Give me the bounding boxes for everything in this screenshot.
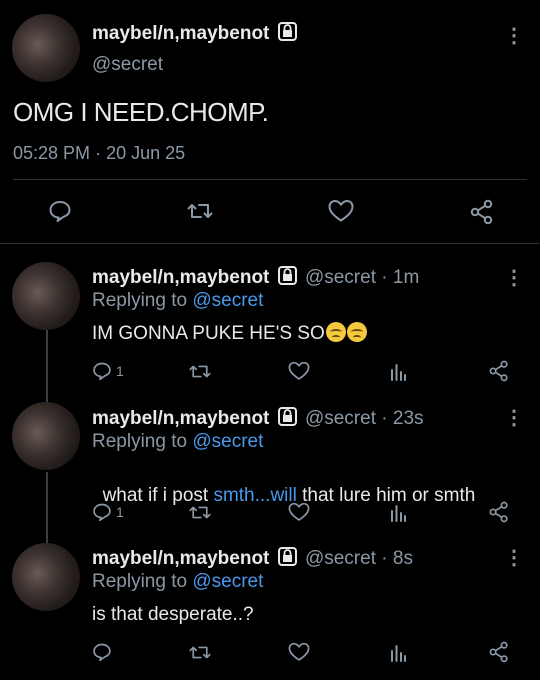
relative-time[interactable]: · 8s bbox=[381, 548, 413, 569]
reply-icon[interactable]: 1 bbox=[92, 502, 124, 522]
heart-icon[interactable] bbox=[328, 199, 354, 223]
heart-icon[interactable] bbox=[288, 502, 310, 522]
date-separator: · bbox=[95, 143, 102, 163]
reply-count: 1 bbox=[116, 504, 124, 520]
lock-icon bbox=[277, 547, 297, 566]
reply-header: maybel/n,maybenot @secret · 23s bbox=[92, 407, 424, 430]
date[interactable]: 20 Jun 25 bbox=[106, 143, 185, 163]
replying-to-label: Replying to bbox=[92, 571, 188, 592]
lock-icon bbox=[277, 22, 297, 41]
more-vertical-icon[interactable]: ⋮ bbox=[504, 548, 524, 568]
replying-to: Replying to @secret bbox=[92, 431, 263, 453]
analytics-icon[interactable] bbox=[389, 361, 407, 381]
reply-icon[interactable] bbox=[92, 642, 112, 662]
pleading-face-emoji bbox=[325, 322, 346, 342]
replying-to-label: Replying to bbox=[92, 290, 188, 311]
share-icon[interactable] bbox=[488, 641, 510, 663]
avatar[interactable] bbox=[12, 14, 80, 82]
share-icon[interactable] bbox=[469, 199, 495, 225]
reply-text: is that desperate..? bbox=[92, 604, 254, 625]
retweet-icon[interactable] bbox=[189, 362, 211, 381]
reply-icon[interactable]: 1 bbox=[92, 361, 124, 381]
more-vertical-icon[interactable]: ⋮ bbox=[504, 268, 524, 288]
handle[interactable]: @secret bbox=[305, 267, 376, 288]
replying-to: Replying to @secret bbox=[92, 290, 263, 312]
analytics-icon[interactable] bbox=[389, 642, 407, 662]
handle[interactable]: @secret bbox=[305, 548, 376, 569]
divider bbox=[0, 243, 540, 244]
display-name[interactable]: maybel/n,maybenot bbox=[92, 408, 269, 429]
reply-text-link[interactable]: smth...will bbox=[213, 485, 296, 506]
avatar[interactable] bbox=[12, 262, 80, 330]
reply-text-after: that lure him or smth bbox=[296, 485, 476, 506]
time[interactable]: 05:28 PM bbox=[13, 143, 90, 163]
reply-text-content: IM GONNA PUKE HE'S SO bbox=[92, 323, 325, 344]
main-tweet-header: maybel/n,maybenot bbox=[92, 22, 297, 45]
reply-header: maybel/n,maybenot @secret · 1m bbox=[92, 266, 419, 289]
thread-line bbox=[46, 330, 48, 404]
tweet-text: OMG I NEED.CHOMP. bbox=[13, 97, 269, 127]
replying-to-handle[interactable]: @secret bbox=[192, 290, 263, 311]
relative-time[interactable]: · 1m bbox=[381, 267, 419, 288]
retweet-icon[interactable] bbox=[189, 643, 211, 662]
replying-to-handle[interactable]: @secret bbox=[192, 571, 263, 592]
more-vertical-icon[interactable]: ⋮ bbox=[504, 408, 524, 428]
display-name[interactable]: maybel/n,maybenot bbox=[92, 267, 269, 288]
replying-to-handle[interactable]: @secret bbox=[192, 431, 263, 452]
handle[interactable]: @secret bbox=[92, 54, 163, 76]
retweet-icon[interactable] bbox=[187, 200, 213, 222]
thread-line bbox=[46, 472, 48, 544]
reply-header: maybel/n,maybenot @secret · 8s bbox=[92, 547, 413, 570]
display-name[interactable]: maybel/n,maybenot bbox=[92, 548, 269, 569]
pleading-face-emoji bbox=[346, 322, 367, 342]
reply-text: IM GONNA PUKE HE'S SO bbox=[92, 322, 367, 345]
replying-to: Replying to @secret bbox=[92, 571, 263, 593]
retweet-icon[interactable] bbox=[189, 503, 211, 522]
analytics-icon[interactable] bbox=[389, 502, 407, 522]
timestamp: 05:28 PM · 20 Jun 25 bbox=[13, 143, 185, 164]
replying-to-label: Replying to bbox=[92, 431, 188, 452]
share-icon[interactable] bbox=[488, 501, 510, 523]
handle[interactable]: @secret bbox=[305, 408, 376, 429]
avatar[interactable] bbox=[12, 543, 80, 611]
reply-count: 1 bbox=[116, 363, 124, 379]
share-icon[interactable] bbox=[488, 360, 510, 382]
avatar[interactable] bbox=[12, 402, 80, 470]
heart-icon[interactable] bbox=[288, 642, 310, 662]
reply-text: what if i post smth...will that lure him… bbox=[92, 463, 476, 507]
lock-icon bbox=[277, 407, 297, 426]
divider bbox=[13, 179, 527, 180]
relative-time[interactable]: · 23s bbox=[381, 408, 423, 429]
more-vertical-icon[interactable]: ⋮ bbox=[504, 26, 524, 46]
heart-icon[interactable] bbox=[288, 361, 310, 381]
lock-icon bbox=[277, 266, 297, 285]
display-name[interactable]: maybel/n,maybenot bbox=[92, 23, 269, 44]
reply-icon[interactable] bbox=[48, 199, 72, 223]
